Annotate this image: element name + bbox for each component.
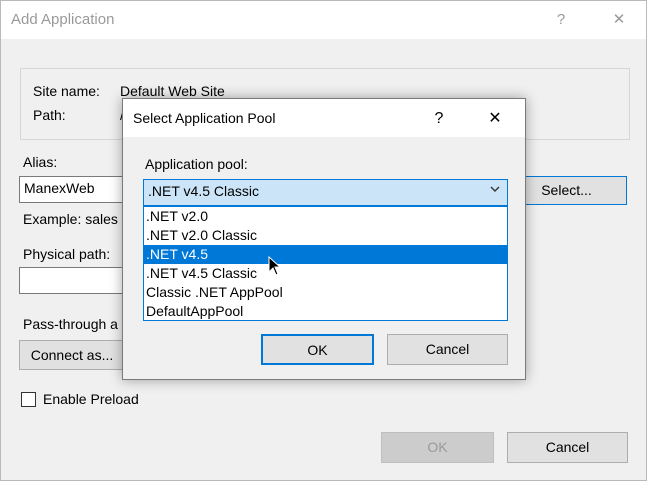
pass-through-label: Pass-through a: [23, 316, 118, 332]
pool-option-net-v45-classic[interactable]: .NET v4.5 Classic: [144, 264, 507, 283]
site-name-label: Site name:: [33, 83, 100, 99]
alias-example: Example: sales: [23, 211, 118, 227]
select-application-pool-dialog: Select Application Pool ? ✕ Application …: [122, 98, 526, 380]
mouse-pointer-icon: [268, 256, 282, 276]
dialog-cancel-button[interactable]: Cancel: [387, 334, 508, 365]
pool-option-classic-net-apppool[interactable]: Classic .NET AppPool: [144, 283, 507, 302]
pool-option-net-v2[interactable]: .NET v2.0: [144, 207, 507, 226]
dialog-help-button[interactable]: ?: [419, 104, 459, 134]
application-pool-dropdown[interactable]: .NET v4.5 Classic: [143, 179, 508, 206]
pool-option-net-v45[interactable]: .NET v4.5: [144, 245, 507, 264]
dialog-close-button[interactable]: ✕: [475, 104, 515, 134]
cancel-button[interactable]: Cancel: [507, 432, 628, 463]
site-name-value: Default Web Site: [120, 83, 225, 99]
pool-option-net-v2-classic[interactable]: .NET v2.0 Classic: [144, 226, 507, 245]
pool-option-defaultapppool[interactable]: DefaultAppPool: [144, 302, 507, 321]
chevron-down-icon[interactable]: [489, 183, 501, 197]
dialog-title-bar: Select Application Pool ? ✕: [123, 99, 525, 137]
close-button[interactable]: ✕: [597, 5, 641, 35]
application-pool-list[interactable]: .NET v2.0 .NET v2.0 Classic .NET v4.5 .N…: [143, 206, 508, 321]
physical-path-label: Physical path:: [23, 246, 111, 262]
connect-as-button[interactable]: Connect as...: [19, 340, 125, 370]
enable-preload-checkbox[interactable]: [21, 392, 36, 407]
ok-button[interactable]: OK: [381, 432, 494, 463]
enable-preload-label: Enable Preload: [43, 391, 139, 407]
application-pool-selected-value: .NET v4.5 Classic: [148, 183, 259, 199]
title-bar: Add Application ? ✕: [1, 1, 646, 39]
application-pool-label: Application pool:: [145, 156, 248, 172]
dialog-title: Select Application Pool: [133, 110, 276, 126]
alias-label: Alias:: [23, 154, 58, 170]
dialog-ok-button[interactable]: OK: [261, 334, 374, 365]
path-label: Path:: [33, 107, 66, 123]
help-button[interactable]: ?: [539, 5, 583, 35]
window-title: Add Application: [11, 11, 115, 28]
